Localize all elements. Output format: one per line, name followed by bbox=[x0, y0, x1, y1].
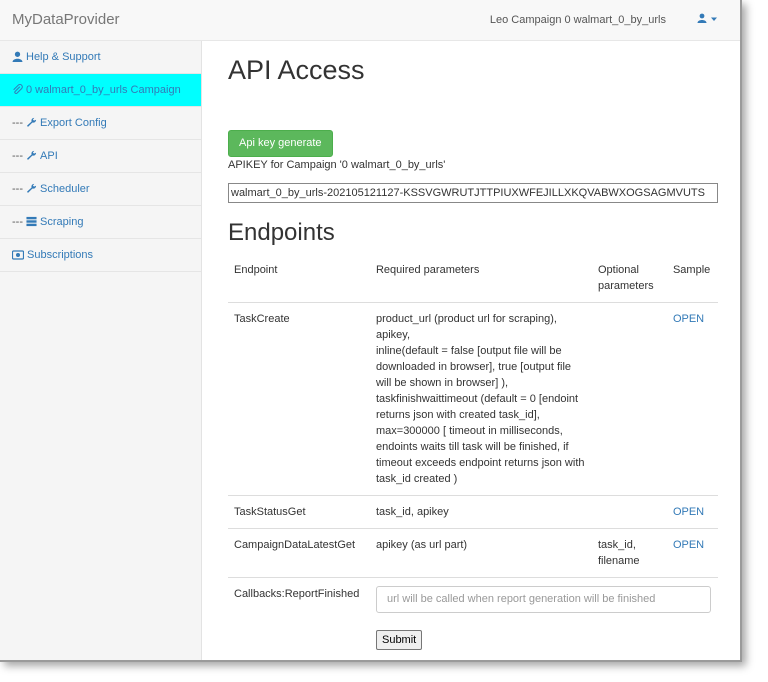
open-sample-link[interactable]: OPEN bbox=[673, 506, 704, 518]
optional-params bbox=[591, 495, 667, 529]
endpoint-name: TaskStatusGet bbox=[228, 495, 370, 529]
page-title: API Access bbox=[228, 55, 365, 85]
required-params: apikey (as url part) bbox=[369, 528, 592, 578]
current-user-label: Leo Campaign 0 walmart_0_by_urls bbox=[489, 14, 666, 26]
sidebar-item-api[interactable]: --- API bbox=[0, 140, 201, 173]
brand-logo[interactable]: MyDataProvider bbox=[12, 11, 120, 28]
wrench-icon bbox=[27, 150, 37, 160]
table-header-row: Endpoint Required parameters Optional pa… bbox=[228, 254, 718, 303]
user-menu-toggle[interactable] bbox=[697, 13, 718, 25]
table-row: TaskCreate product_url (product url for … bbox=[228, 302, 718, 496]
sidebar-indent: --- bbox=[12, 216, 27, 228]
sidebar-item-help-support[interactable]: Help & Support bbox=[0, 41, 201, 74]
sidebar-item-label: Scraping bbox=[40, 216, 84, 228]
sidebar-item-campaign[interactable]: 0 walmart_0_by_urls Campaign bbox=[0, 74, 201, 107]
optional-params: task_id, filename bbox=[591, 528, 667, 578]
sidebar-indent: --- bbox=[12, 150, 27, 162]
sidebar-item-label: Help & Support bbox=[26, 51, 101, 63]
open-sample-link[interactable]: OPEN bbox=[673, 539, 704, 551]
sidebar-item-label: 0 walmart_0_by_urls Campaign bbox=[26, 84, 181, 96]
apikey-field[interactable]: walmart_0_by_urls-202105121127-KSSVGWRUT… bbox=[228, 183, 718, 203]
top-navbar: MyDataProvider Leo Campaign 0 walmart_0_… bbox=[0, 0, 740, 41]
column-header-optional: Optional parameters bbox=[591, 254, 667, 303]
api-key-generate-button[interactable]: Api key generate bbox=[228, 130, 333, 157]
camera-icon bbox=[11, 250, 25, 260]
wrench-icon bbox=[27, 117, 37, 127]
sidebar-item-label: Export Config bbox=[40, 117, 107, 129]
sidebar-item-scraping[interactable]: --- Scraping bbox=[0, 206, 201, 239]
required-params: task_id, apikey bbox=[369, 495, 592, 529]
column-header-required: Required parameters bbox=[369, 254, 592, 303]
paperclip-icon bbox=[13, 84, 23, 95]
sidebar-item-subscriptions[interactable]: Subscriptions bbox=[0, 239, 201, 272]
callback-url-input[interactable]: url will be called when report generatio… bbox=[375, 586, 711, 613]
sidebar: Help & Support 0 walmart_0_by_urls Campa… bbox=[0, 41, 202, 660]
user-icon bbox=[12, 51, 23, 62]
column-header-endpoint: Endpoint bbox=[228, 254, 370, 303]
submit-button[interactable]: Submit bbox=[375, 630, 423, 650]
sidebar-item-scheduler[interactable]: --- Scheduler bbox=[0, 173, 201, 206]
app-window: MyDataProvider Leo Campaign 0 walmart_0_… bbox=[0, 0, 742, 662]
wrench-icon bbox=[27, 183, 37, 193]
table-row: Callbacks:ReportFinished url will be cal… bbox=[228, 577, 718, 658]
open-sample-link[interactable]: OPEN bbox=[673, 313, 704, 325]
endpoints-table: Endpoint Required parameters Optional pa… bbox=[228, 254, 718, 658]
sidebar-indent: --- bbox=[12, 183, 27, 195]
endpoints-heading: Endpoints bbox=[228, 219, 335, 246]
sidebar-indent: --- bbox=[12, 117, 27, 129]
apikey-label: APIKEY for Campaign '0 walmart_0_by_urls… bbox=[228, 159, 446, 171]
sidebar-item-label: Scheduler bbox=[40, 183, 90, 195]
required-params: product_url (product url for scraping), … bbox=[369, 302, 592, 496]
endpoint-name: TaskCreate bbox=[228, 302, 370, 496]
param-line: product_url (product url for scraping), bbox=[375, 313, 557, 325]
endpoint-name: Callbacks:ReportFinished bbox=[228, 577, 370, 658]
tasks-icon bbox=[26, 216, 37, 227]
param-line: taskfinishwaittimeout (default = 0 [endo… bbox=[375, 393, 585, 485]
column-header-sample: Sample bbox=[666, 254, 718, 303]
param-line: apikey, bbox=[375, 329, 411, 341]
user-icon bbox=[697, 13, 707, 23]
caret-down-icon bbox=[711, 17, 717, 21]
sidebar-item-export-config[interactable]: --- Export Config bbox=[0, 107, 201, 140]
sidebar-item-label: API bbox=[40, 150, 58, 162]
optional-params bbox=[591, 302, 667, 496]
endpoint-name: CampaignDataLatestGet bbox=[228, 528, 370, 578]
table-row: CampaignDataLatestGet apikey (as url par… bbox=[228, 528, 718, 578]
param-line: inline(default = false [output file will… bbox=[375, 345, 572, 389]
callback-form: url will be called when report generatio… bbox=[369, 577, 718, 658]
sidebar-item-label: Subscriptions bbox=[27, 249, 94, 261]
table-row: TaskStatusGet task_id, apikey OPEN bbox=[228, 495, 718, 529]
